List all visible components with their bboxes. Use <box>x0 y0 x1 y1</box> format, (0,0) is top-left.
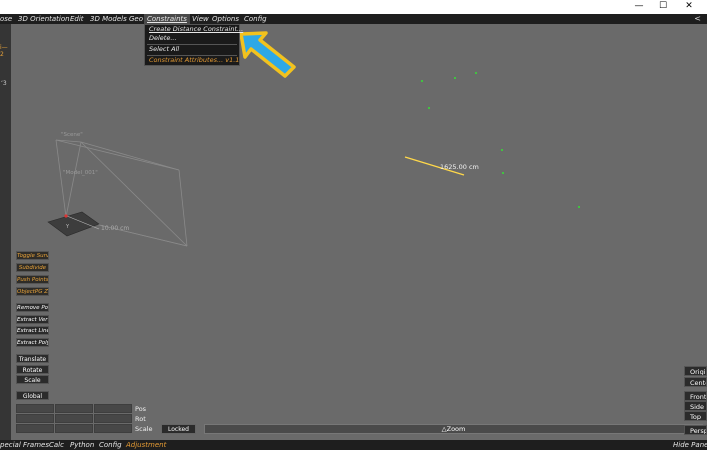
side-button[interactable]: Side <box>684 401 707 411</box>
bottom-menu-adjustment[interactable]: Adjustment <box>126 440 166 450</box>
rot-z-field[interactable] <box>94 414 132 423</box>
pos-y-field[interactable] <box>55 404 93 413</box>
menu-item-3d-orientation[interactable]: 3D Orientation <box>18 14 70 24</box>
hide-panes-button[interactable]: Hide Panes <box>673 440 707 450</box>
minimize-icon[interactable]: — <box>627 0 651 14</box>
scale-z-field[interactable] <box>94 424 132 433</box>
rot-y-field[interactable] <box>55 414 93 423</box>
left-strip-mark: i—2 <box>0 44 8 58</box>
extract-polygon-button[interactable]: Extract Polygon <box>16 338 49 347</box>
bottom-menu-calc[interactable]: Calc <box>49 440 64 450</box>
menu-item-constraints[interactable]: Constraints <box>144 14 190 24</box>
ground-size-label: 10.00 cm <box>101 225 129 232</box>
menu-item-delete[interactable]: Delete... <box>149 34 177 43</box>
maximize-icon[interactable]: ☐ <box>651 0 675 14</box>
menu-item-create-distance-constraint[interactable]: Create Distance Constraint... <box>149 25 243 34</box>
menu-item-options[interactable]: Options <box>212 14 239 24</box>
survey-points <box>421 72 580 208</box>
survey-point <box>421 80 423 82</box>
survey-point <box>502 172 504 174</box>
survey-point <box>578 206 580 208</box>
origin-marker <box>64 214 68 218</box>
zoom-slider[interactable]: △Zoom <box>204 424 703 434</box>
scale-x-field[interactable] <box>16 424 54 433</box>
ground-plane <box>47 211 100 237</box>
bottom-menu-config[interactable]: Config <box>99 440 122 450</box>
objectpg-z-button[interactable]: ObjectPG Z <box>16 287 49 296</box>
close-icon[interactable]: ✕ <box>677 0 701 14</box>
locked-button[interactable]: Locked <box>161 424 196 434</box>
remove-poly-button[interactable]: Remove Poly <box>16 303 49 312</box>
survey-point <box>501 149 503 151</box>
toggle-survey-button[interactable]: Toggle Survey <box>16 251 49 260</box>
pos-label: Pos <box>135 405 147 413</box>
origin-button[interactable]: Origin <box>684 366 707 376</box>
viewport-canvas[interactable]: "Scene" "Model_001" 10.00 cm Y 1625.00 c… <box>11 24 707 424</box>
menu-item-constraint-attributes[interactable]: Constraint Attributes... v1.1 <box>149 56 239 65</box>
menu-item-3d-models[interactable]: 3D Models <box>90 14 127 24</box>
model-label: "Model_001" <box>63 170 98 176</box>
menu-item-edit[interactable]: Edit <box>70 14 84 24</box>
scale-y-field[interactable] <box>55 424 93 433</box>
scale-label: Scale <box>135 425 153 433</box>
persp-button[interactable]: Persp <box>684 425 707 435</box>
subdivide-button[interactable]: Subdivide <box>16 263 49 272</box>
survey-point <box>475 72 477 74</box>
rot-x-field[interactable] <box>16 414 54 423</box>
front-button[interactable]: Front <box>684 391 707 401</box>
menu-item-view[interactable]: View <box>192 14 209 24</box>
scale-button[interactable]: Scale <box>16 375 49 384</box>
extract-line-button[interactable]: Extract Line <box>16 326 49 335</box>
center-button[interactable]: Center <box>684 377 707 387</box>
pos-x-field[interactable] <box>16 404 54 413</box>
push-points-button[interactable]: Push Points <box>16 275 49 284</box>
pos-z-field[interactable] <box>94 404 132 413</box>
bottom-menu-python[interactable]: Python <box>70 440 94 450</box>
menu-bar: ose 3D Orientation Edit 3D Models Geo Co… <box>0 14 707 24</box>
translate-button[interactable]: Translate <box>16 354 49 363</box>
distance-constraint-label: 1625.00 cm <box>440 163 479 171</box>
menu-item-file[interactable]: ose <box>0 14 12 24</box>
scene-label: "Scene" <box>61 132 83 138</box>
bottom-menu-special-frames[interactable]: pecial Frames <box>0 440 49 450</box>
collapse-icon[interactable]: < <box>694 14 701 24</box>
constraints-menu: Create Distance Constraint... Delete... … <box>144 24 243 66</box>
left-strip-mark: ʻ3 <box>1 80 7 87</box>
menu-item-geo[interactable]: Geo <box>129 14 143 24</box>
left-strip: i—2 ʻ3 <box>0 24 11 440</box>
annotation-arrow-icon <box>239 31 296 78</box>
rot-label: Rot <box>135 415 146 423</box>
menu-item-select-all[interactable]: Select All <box>149 45 179 54</box>
survey-point <box>454 77 456 79</box>
rotate-button[interactable]: Rotate <box>16 365 49 374</box>
extract-vertex-button[interactable]: Extract Vertex <box>16 315 49 324</box>
title-bar: — ☐ ✕ <box>0 0 707 14</box>
bottom-menu-bar: pecial Frames Calc Python Config Adjustm… <box>0 440 707 450</box>
global-button[interactable]: Global <box>16 391 49 400</box>
survey-point <box>428 107 430 109</box>
menu-item-config[interactable]: Config <box>244 14 267 24</box>
top-button[interactable]: Top <box>684 411 707 421</box>
